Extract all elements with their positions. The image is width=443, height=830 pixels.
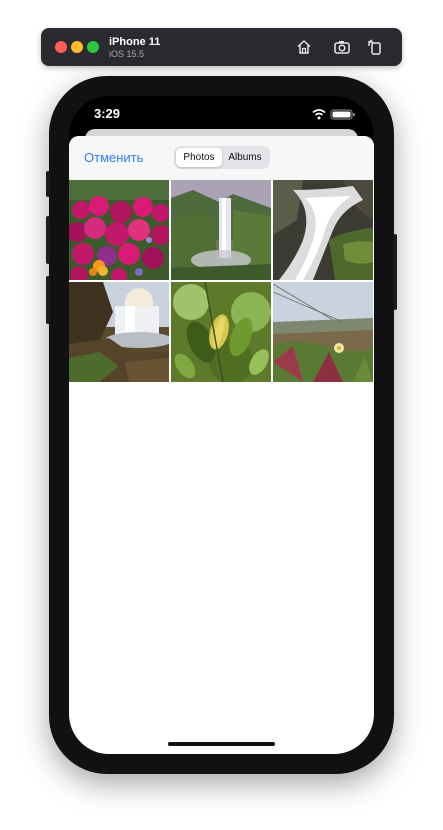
waterfall-valley-photo[interactable] <box>171 180 271 280</box>
device-name: iPhone 11 <box>109 36 161 48</box>
cancel-button[interactable]: Отменить <box>84 150 143 165</box>
segment-photos[interactable]: Photos <box>176 148 222 167</box>
mute-switch <box>46 171 50 197</box>
power-button <box>393 234 397 310</box>
beach-flower-photo[interactable] <box>273 282 373 382</box>
minimize-window-button[interactable] <box>71 41 83 53</box>
pink-flowers-photo[interactable] <box>69 180 169 280</box>
photo-grid <box>69 180 374 382</box>
iphone-frame: 3:29 Отменить Photos Albums <box>46 76 397 774</box>
volume-up-button <box>46 216 50 264</box>
phone-screen: 3:29 Отменить Photos Albums <box>69 96 374 754</box>
zoom-window-button[interactable] <box>87 41 99 53</box>
status-time: 3:29 <box>94 106 121 121</box>
home-indicator[interactable] <box>168 742 275 746</box>
wifi-icon <box>312 109 326 120</box>
simulator-toolbar: iPhone 11 iOS 15.5 <box>41 28 402 66</box>
home-icon[interactable] <box>295 38 313 56</box>
volume-down-button <box>46 276 50 324</box>
picker-nav-bar: Отменить Photos Albums <box>69 136 374 180</box>
status-icons <box>312 109 355 120</box>
close-window-button[interactable] <box>55 41 67 53</box>
photo-picker-sheet: Отменить Photos Albums <box>69 136 374 754</box>
rotate-icon[interactable] <box>366 38 384 56</box>
device-os-version: iOS 15.5 <box>109 49 145 59</box>
screenshot-icon[interactable] <box>333 38 351 56</box>
photos-albums-segmented-control: Photos Albums <box>174 146 270 169</box>
segment-albums[interactable]: Albums <box>222 148 268 167</box>
battery-icon <box>330 109 355 120</box>
waterfall-sunset-photo[interactable] <box>69 282 169 382</box>
green-leaves-photo[interactable] <box>171 282 271 382</box>
rushing-waterfall-photo[interactable] <box>273 180 373 280</box>
